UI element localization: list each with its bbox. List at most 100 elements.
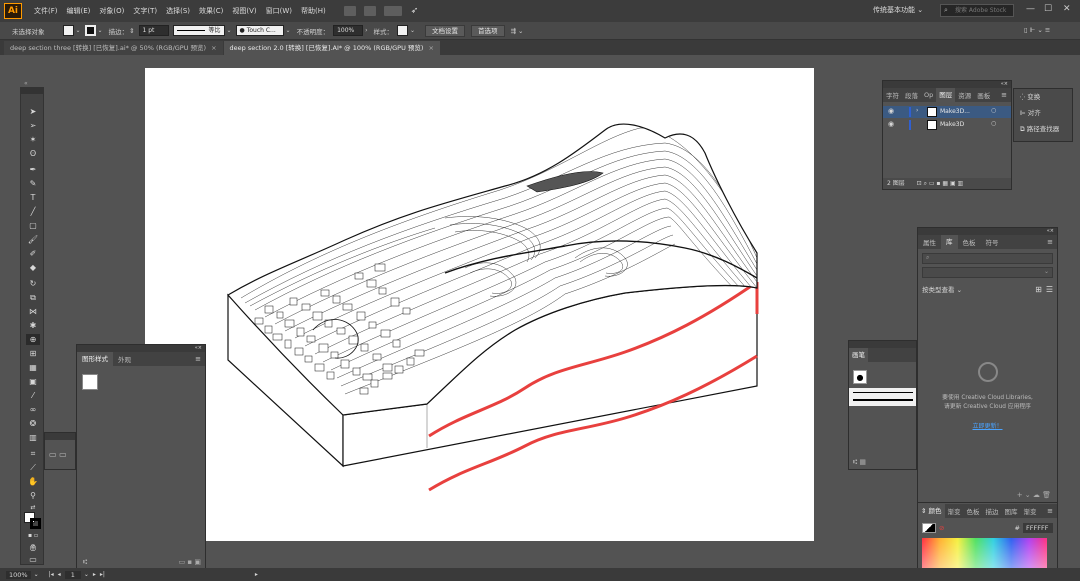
- brush-swatch-dot[interactable]: ●: [853, 370, 867, 384]
- library-select-dropdown[interactable]: ⌄: [922, 267, 1053, 278]
- target-circle-icon[interactable]: ○: [991, 107, 996, 114]
- line-tool-icon[interactable]: ╱: [26, 206, 40, 217]
- panel-menu-icon[interactable]: ≡: [1047, 238, 1053, 246]
- puppet-warp-tool-icon[interactable]: ✱: [26, 320, 40, 331]
- tab-graphic-styles[interactable]: 图形样式: [77, 352, 113, 366]
- menu-window[interactable]: 窗口(W): [266, 6, 292, 16]
- stroke-swatch[interactable]: [84, 25, 96, 36]
- layer-row[interactable]: ◉ › Make3D... ○: [883, 106, 1011, 118]
- menu-object[interactable]: 对象(O): [99, 6, 124, 16]
- panel-collapse-icon[interactable]: «×: [195, 345, 202, 351]
- expand-arrow-icon[interactable]: ›: [916, 107, 918, 114]
- shaper-tool-icon[interactable]: ✐: [26, 248, 40, 259]
- tab-library[interactable]: 图库: [1002, 506, 1021, 516]
- tab-properties[interactable]: 属性: [918, 237, 941, 247]
- draw-mode-icon[interactable]: ◎: [26, 542, 40, 553]
- visibility-eye-icon[interactable]: ◉: [888, 120, 894, 128]
- search-stock-input[interactable]: 搜索 Adobe Stock: [940, 4, 1014, 17]
- tab-swatches[interactable]: 色板: [964, 506, 983, 516]
- target-circle-icon[interactable]: ○: [991, 120, 996, 127]
- panel-collapse-icon[interactable]: «×: [1001, 81, 1008, 87]
- panel-header[interactable]: [45, 433, 75, 440]
- menu-view[interactable]: 视图(V): [232, 6, 256, 16]
- toolbox-collapse-icon[interactable]: «: [24, 80, 28, 87]
- selection-tool-icon[interactable]: ➤: [26, 106, 40, 117]
- graphic-styles-footer-icons[interactable]: ⑆ ▭ ▪ ▣: [83, 558, 201, 566]
- tab-swatches[interactable]: 色板: [958, 237, 981, 247]
- rocket-icon[interactable]: ➶: [411, 6, 419, 16]
- panel-collapse-icon[interactable]: «×: [1047, 228, 1054, 234]
- close-button[interactable]: ✕: [1063, 4, 1071, 14]
- scale-tool-icon[interactable]: ⧉: [26, 292, 40, 303]
- menu-effect[interactable]: 效果(C): [199, 6, 223, 16]
- tab-deep-section-three[interactable]: deep section three [转换] [已恢复].ai* @ 50% …: [4, 41, 223, 55]
- align-button[interactable]: ⊫ 对齐: [1014, 105, 1072, 121]
- eyedropper-tool-icon[interactable]: ⁄: [26, 390, 40, 401]
- style-dropdown-icon[interactable]: ⌄: [410, 27, 415, 34]
- artboard-tool-icon[interactable]: ⌗: [26, 448, 40, 459]
- brush-library-icons[interactable]: ⑆ ▦: [853, 458, 866, 466]
- stroke-profile-dropdown-icon[interactable]: ⌄: [227, 27, 232, 34]
- update-now-link[interactable]: 立即更新！: [918, 421, 1057, 430]
- style-swatch[interactable]: [396, 25, 408, 36]
- layer-name[interactable]: Make3D...: [940, 108, 970, 115]
- tab-color[interactable]: ⇕ 颜色: [918, 504, 945, 518]
- next-page-icon[interactable]: ▸: [93, 571, 96, 578]
- tab-gradient-2[interactable]: 渐变: [1021, 506, 1040, 516]
- preferences-button[interactable]: 首选项: [471, 24, 505, 37]
- eraser-tool-icon[interactable]: ◆: [26, 262, 40, 273]
- lasso-tool-icon[interactable]: ʘ: [26, 148, 40, 159]
- panel-menu-icon[interactable]: ≡: [1047, 507, 1053, 515]
- tab-opentype[interactable]: Op: [921, 91, 936, 99]
- stroke-profile-field[interactable]: 等比: [172, 25, 225, 36]
- library-search-input[interactable]: ⌕: [922, 253, 1053, 264]
- panel-menu-icon[interactable]: ≡: [195, 355, 201, 363]
- transform-button[interactable]: ⁛ 变换: [1014, 89, 1072, 105]
- layer-row[interactable]: ◉ Make3D ○: [883, 119, 1011, 131]
- tab-deep-section-2[interactable]: deep section 2.0 [转换] [已恢复].AI* @ 100% (…: [223, 41, 440, 55]
- direct-selection-tool-icon[interactable]: ➢: [26, 120, 40, 131]
- zoom-dropdown-icon[interactable]: ⌄: [34, 571, 39, 578]
- hex-value-field[interactable]: FFFFFF: [1023, 523, 1053, 533]
- minimize-button[interactable]: —: [1026, 4, 1035, 14]
- opacity-arrow-icon[interactable]: ›: [365, 27, 367, 34]
- tab-character[interactable]: 字符: [883, 90, 902, 100]
- color-mode-icons[interactable]: ▪ ▫ ⊘: [26, 530, 40, 550]
- list-view-icon[interactable]: ☰: [1046, 285, 1053, 294]
- type-tool-icon[interactable]: T: [26, 192, 40, 203]
- opacity-field[interactable]: 100%: [333, 25, 364, 36]
- panel-header[interactable]: «×: [883, 81, 1011, 88]
- rotate-tool-icon[interactable]: ↻: [26, 278, 40, 289]
- brush-field[interactable]: ● Touch C...: [235, 25, 284, 36]
- zoom-level[interactable]: 100%: [6, 570, 31, 579]
- gradient-tool-icon[interactable]: ▣: [26, 376, 40, 387]
- panel-header[interactable]: «×: [918, 228, 1057, 235]
- fill-stroke-indicator[interactable]: [922, 523, 936, 533]
- brush-dropdown-icon[interactable]: ⌄: [286, 27, 291, 34]
- pathfinder-button[interactable]: ⧉ 路径查找器: [1014, 121, 1072, 137]
- shape-builder-tool-icon[interactable]: ⊕: [26, 334, 40, 345]
- paintbrush-tool-icon[interactable]: 🖌: [26, 234, 40, 245]
- page-number-field[interactable]: 1: [64, 570, 81, 579]
- menu-file[interactable]: 文件(F): [34, 6, 58, 16]
- grid-view-icon[interactable]: ⊞: [1035, 285, 1042, 294]
- panel-options-icons[interactable]: ▯ ⊩ ⌄ ≡: [1024, 26, 1050, 34]
- width-tool-icon[interactable]: ⋈: [26, 306, 40, 317]
- blend-tool-icon[interactable]: ∞: [26, 404, 40, 415]
- magic-wand-tool-icon[interactable]: ✶: [26, 134, 40, 145]
- tab-stroke[interactable]: 描边: [983, 506, 1002, 516]
- zoom-tool-icon[interactable]: ⚲: [26, 490, 40, 501]
- menu-edit[interactable]: 编辑(E): [67, 6, 91, 16]
- menu-help[interactable]: 帮助(H): [301, 6, 326, 16]
- panel-menu-icon[interactable]: ≡: [1001, 91, 1007, 99]
- fill-dropdown-icon[interactable]: ⌄: [76, 27, 81, 34]
- tab-artboards[interactable]: 画板: [974, 90, 993, 100]
- stroke-color-box[interactable]: [30, 518, 41, 529]
- stroke-weight-field[interactable]: 1 pt: [138, 25, 169, 36]
- close-tab-icon[interactable]: ×: [428, 44, 433, 52]
- library-footer-icons[interactable]: + ⌄ ☁ 🗑: [1017, 491, 1051, 499]
- tab-libraries[interactable]: 库: [941, 235, 958, 249]
- curvature-tool-icon[interactable]: ✎: [26, 178, 40, 189]
- prev-page-icon[interactable]: ◂: [58, 571, 61, 578]
- visibility-eye-icon[interactable]: ◉: [888, 107, 894, 115]
